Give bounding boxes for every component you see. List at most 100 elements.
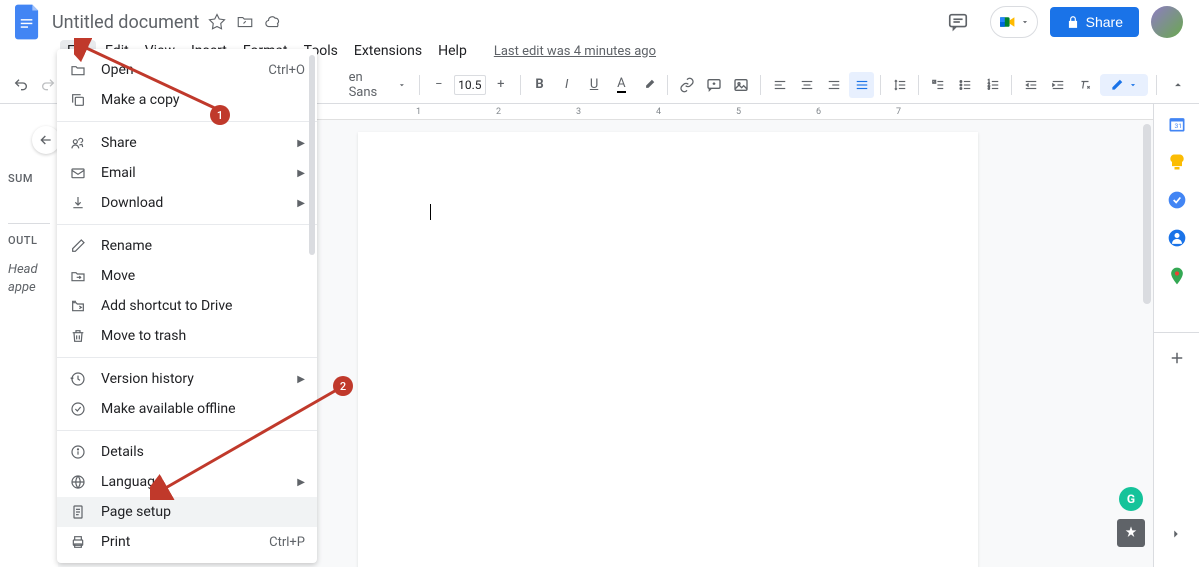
menu-help[interactable]: Help (431, 40, 474, 62)
submenu-arrow-icon: ▶ (297, 198, 305, 209)
font-size-value[interactable]: 10.5 (454, 75, 486, 95)
docs-logo[interactable] (8, 2, 48, 42)
font-size-increase[interactable]: + (488, 72, 514, 98)
language-icon (69, 473, 87, 491)
menu-item-label: Language (101, 474, 283, 490)
menu-extensions[interactable]: Extensions (347, 40, 429, 62)
shortcut-label: Ctrl+P (269, 535, 305, 550)
menu-item-label: Email (101, 165, 283, 181)
file-menu-download[interactable]: Download ▶ (57, 188, 317, 218)
separator (667, 75, 668, 95)
cloud-status-icon[interactable] (263, 12, 283, 32)
header: Untitled document Share (0, 0, 1199, 36)
share-icon (69, 134, 87, 152)
menu-item-label: Share (101, 135, 283, 151)
line-spacing-button[interactable] (887, 72, 912, 98)
keep-icon[interactable] (1167, 152, 1187, 172)
font-size-control: − 10.5 + (426, 72, 514, 98)
scrollbar[interactable] (1143, 124, 1151, 304)
user-avatar[interactable] (1151, 6, 1183, 38)
last-edit-link[interactable]: Last edit was 4 minutes ago (494, 44, 656, 59)
shortcut-icon (69, 297, 87, 315)
annotation-badge-2: 2 (333, 376, 353, 396)
file-menu-print[interactable]: Print Ctrl+P (57, 527, 317, 557)
file-menu-open[interactable]: Open Ctrl+O (57, 55, 317, 85)
history-icon (69, 370, 87, 388)
font-family-select[interactable]: en Sans (343, 68, 413, 102)
menu-item-label: Open (101, 62, 254, 78)
bulleted-list-button[interactable] (953, 72, 978, 98)
explore-button[interactable] (1117, 519, 1145, 547)
file-menu-version-history[interactable]: Version history ▶ (57, 364, 317, 394)
comment-history-button[interactable] (938, 2, 978, 42)
page-icon (69, 503, 87, 521)
text-color-button[interactable]: A (609, 72, 634, 98)
email-icon (69, 164, 87, 182)
shortcut-label: Ctrl+O (268, 63, 305, 78)
file-menu-page-setup[interactable]: Page setup (57, 497, 317, 527)
header-right: Share (938, 2, 1191, 42)
file-menu-make-available-offline[interactable]: Make available offline (57, 394, 317, 424)
font-size-decrease[interactable]: − (426, 72, 452, 98)
share-button[interactable]: Share (1050, 7, 1139, 37)
move-to-folder-icon[interactable] (235, 12, 255, 32)
dropdown-scrollbar[interactable] (309, 55, 315, 255)
insert-image-button[interactable] (729, 72, 754, 98)
align-center-button[interactable] (794, 72, 819, 98)
menu-item-label: Add shortcut to Drive (101, 298, 305, 314)
bottom-float: G (1117, 487, 1145, 547)
add-comment-button[interactable] (701, 72, 726, 98)
underline-button[interactable]: U (581, 72, 606, 98)
document-page[interactable] (358, 132, 978, 567)
print-icon (69, 533, 87, 551)
maps-icon[interactable] (1167, 266, 1187, 286)
undo-button[interactable] (8, 72, 33, 98)
submenu-arrow-icon: ▶ (297, 138, 305, 149)
increase-indent-button[interactable] (1045, 72, 1070, 98)
tasks-icon[interactable] (1167, 190, 1187, 210)
file-menu-email[interactable]: Email ▶ (57, 158, 317, 188)
offline-icon (69, 400, 87, 418)
summary-label: SUM (8, 172, 50, 185)
separator (1156, 75, 1157, 95)
submenu-arrow-icon: ▶ (297, 168, 305, 179)
bold-button[interactable]: B (527, 72, 552, 98)
menu-separator (57, 121, 317, 122)
file-menu-rename[interactable]: Rename (57, 231, 317, 261)
align-justify-button[interactable] (849, 72, 874, 98)
editing-mode-button[interactable] (1100, 74, 1148, 96)
file-menu-language[interactable]: Language ▶ (57, 467, 317, 497)
decrease-indent-button[interactable] (1018, 72, 1043, 98)
file-menu-details[interactable]: Details (57, 437, 317, 467)
italic-button[interactable]: I (554, 72, 579, 98)
get-addons-button[interactable] (1154, 332, 1199, 356)
doc-title[interactable]: Untitled document (52, 12, 199, 33)
side-panel-collapse[interactable] (1169, 527, 1183, 541)
checklist-button[interactable] (925, 72, 950, 98)
align-left-button[interactable] (767, 72, 792, 98)
file-menu-move[interactable]: Move (57, 261, 317, 291)
annotation-badge-1: 1 (210, 105, 230, 125)
calendar-icon[interactable]: 31 (1167, 114, 1187, 134)
separator (918, 75, 919, 95)
grammarly-icon[interactable]: G (1119, 487, 1143, 511)
expand-toolbar-button[interactable] (1165, 72, 1191, 98)
contacts-icon[interactable] (1167, 228, 1187, 248)
file-menu-share[interactable]: Share ▶ (57, 128, 317, 158)
menu-item-label: Version history (101, 371, 283, 387)
file-menu-move-to-trash[interactable]: Move to trash (57, 321, 317, 351)
menu-item-label: Print (101, 534, 255, 550)
numbered-list-button[interactable]: 123 (980, 72, 1005, 98)
file-menu-add-shortcut-to-drive[interactable]: Add shortcut to Drive (57, 291, 317, 321)
align-right-button[interactable] (822, 72, 847, 98)
menu-item-label: Move (101, 268, 305, 284)
menu-item-label: Make a copy (101, 92, 305, 108)
star-icon[interactable] (207, 12, 227, 32)
clear-formatting-button[interactable] (1073, 72, 1098, 98)
menu-item-label: Rename (101, 238, 305, 254)
meet-button[interactable] (990, 6, 1038, 38)
file-menu-make-a-copy[interactable]: Make a copy (57, 85, 317, 115)
insert-link-button[interactable] (674, 72, 699, 98)
highlight-button[interactable] (636, 72, 661, 98)
outline-collapse-button[interactable] (32, 126, 60, 154)
